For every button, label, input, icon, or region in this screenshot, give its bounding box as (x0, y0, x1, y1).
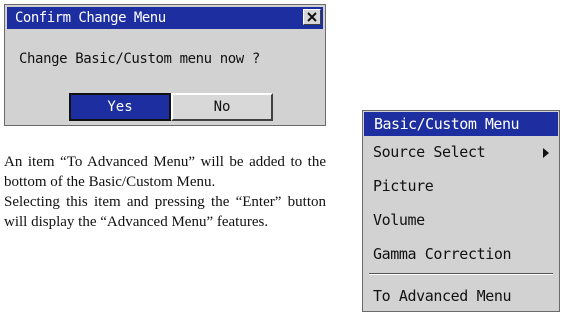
menu-item-label: Volume (373, 211, 425, 229)
menu-item-label: Gamma Correction (373, 245, 512, 263)
submenu-arrow-icon (543, 148, 549, 158)
yes-button[interactable]: Yes (69, 93, 171, 121)
dialog-title-bar: Confirm Change Menu (7, 7, 323, 29)
basic-custom-menu: Basic/Custom Menu Source Select Picture … (362, 110, 560, 312)
close-button[interactable] (303, 9, 321, 25)
menu-item-picture[interactable]: Picture (363, 171, 559, 201)
dialog-message: Change Basic/Custom menu now ? (19, 51, 260, 67)
menu-item-volume[interactable]: Volume (363, 205, 559, 235)
confirm-change-menu-dialog: Confirm Change Menu Change Basic/Custom … (4, 4, 326, 126)
menu-item-to-advanced-menu[interactable]: To Advanced Menu (363, 281, 559, 311)
close-icon (307, 12, 317, 22)
menu-item-label: Source Select (373, 143, 486, 161)
menu-divider (369, 273, 553, 275)
menu-item-label: Picture (373, 177, 434, 195)
instruction-paragraph-2: Selecting this item and pressing the “En… (4, 194, 326, 230)
dialog-title: Confirm Change Menu (15, 10, 166, 26)
instruction-text: An item “To Advanced Menu” will be added… (4, 152, 326, 232)
menu-item-gamma-correction[interactable]: Gamma Correction (363, 239, 559, 269)
menu-item-label: To Advanced Menu (373, 287, 512, 305)
menu-item-source-select[interactable]: Source Select (363, 137, 559, 167)
no-button[interactable]: No (171, 93, 273, 121)
menu-title: Basic/Custom Menu (364, 112, 558, 136)
instruction-paragraph-1: An item “To Advanced Menu” will be added… (4, 154, 326, 190)
